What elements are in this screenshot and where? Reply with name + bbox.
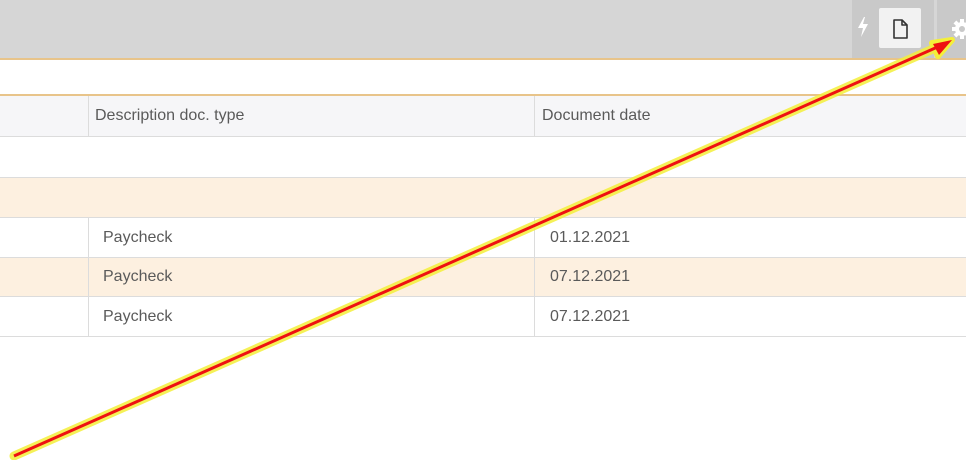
settings-button[interactable] [937, 0, 966, 58]
cell-description: Paycheck [103, 307, 173, 325]
flash-icon[interactable] [855, 14, 871, 40]
cell-document-date: 07.12.2021 [550, 268, 631, 285]
cell-description: Paycheck [103, 228, 173, 246]
document-icon [893, 19, 908, 39]
table-header: Description doc. type Document date [0, 96, 966, 137]
filter-bar [0, 60, 966, 96]
table-row[interactable]: Paycheck 01.12.2021 [0, 218, 966, 258]
cell-document-date: 07.12.2021 [550, 307, 631, 325]
column-divider [88, 218, 89, 337]
toolbar [0, 0, 966, 60]
column-divider [534, 96, 535, 136]
column-header-description[interactable]: Description doc. type [88, 96, 534, 136]
table-row[interactable]: Paycheck 07.12.2021 [0, 258, 966, 297]
cell-description: Paycheck [103, 268, 173, 285]
cell-document-date: 01.12.2021 [550, 228, 631, 246]
gear-icon [952, 19, 966, 39]
table-row[interactable]: Paycheck 07.12.2021 [0, 297, 966, 337]
table-row-empty [0, 137, 966, 178]
table-group-row[interactable] [0, 178, 966, 218]
column-header-document-date[interactable]: Document date [535, 96, 966, 136]
column-divider [534, 218, 535, 337]
column-divider [88, 96, 89, 136]
new-document-button[interactable] [879, 8, 921, 48]
